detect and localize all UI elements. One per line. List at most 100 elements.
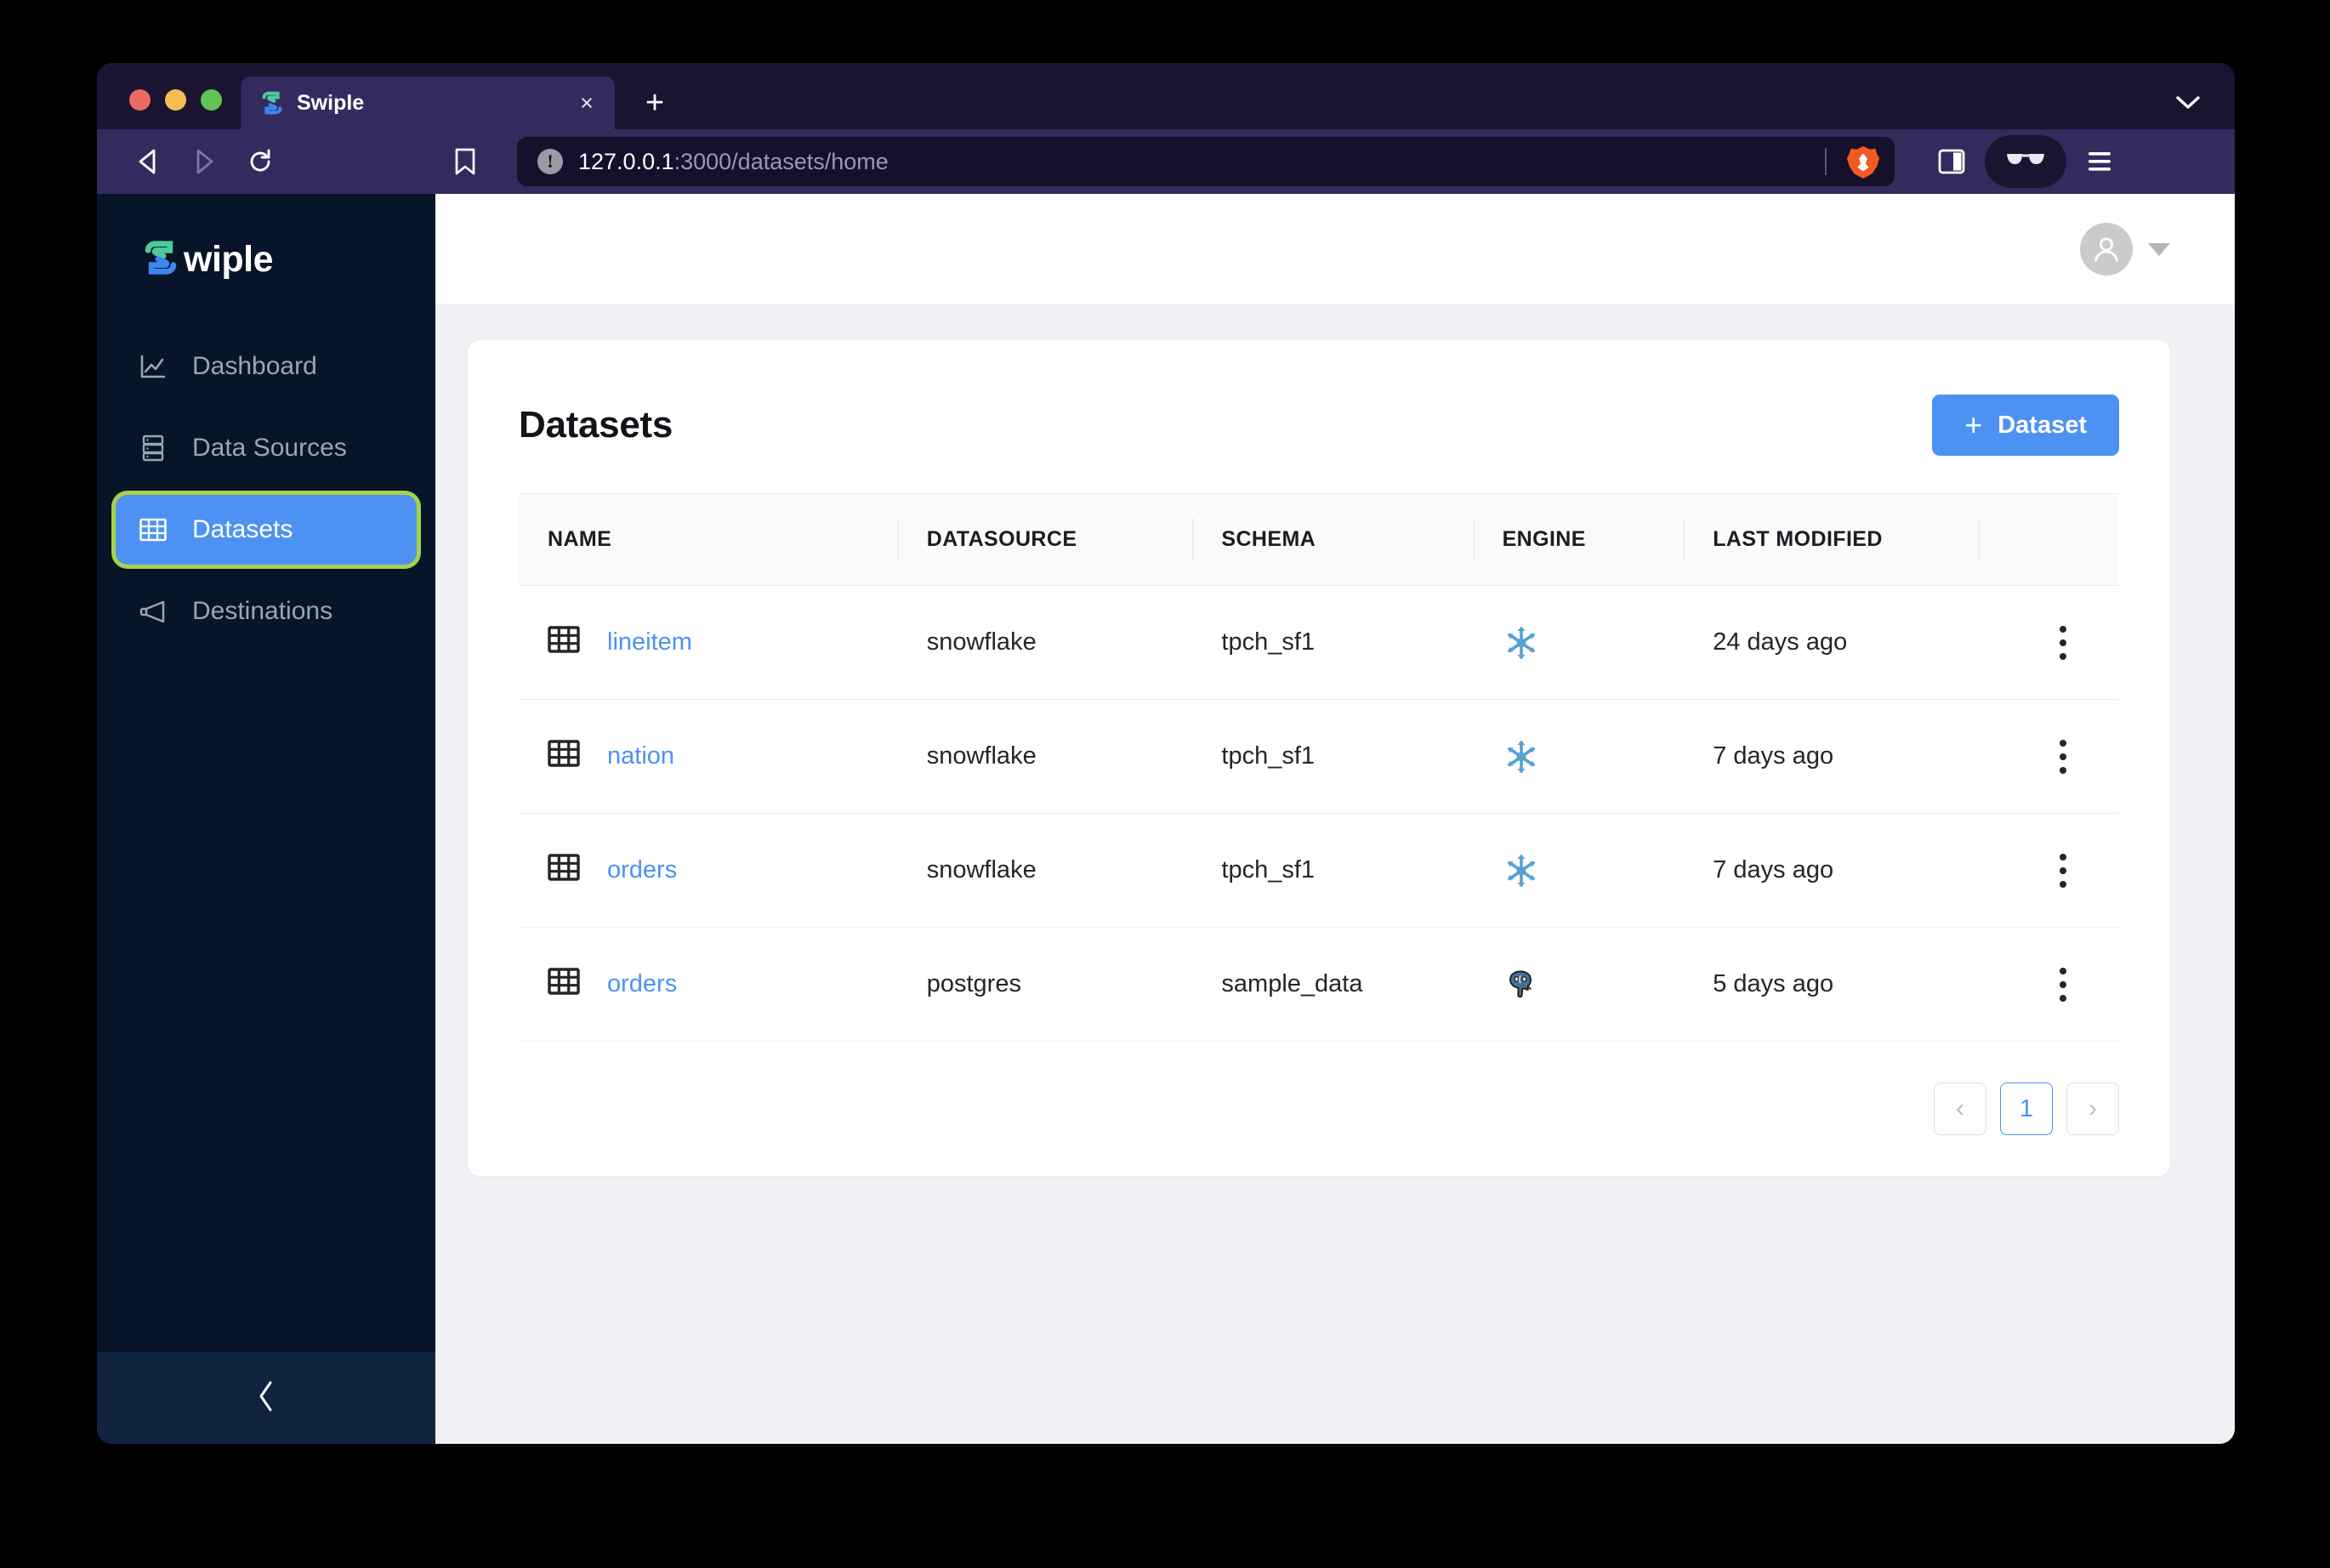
pagination-prev-button[interactable]: ‹	[1934, 1082, 1986, 1135]
cell-datasource: postgres	[897, 927, 1193, 1042]
sidebar-item-label: Datasets	[192, 515, 293, 543]
swiple-logo-icon	[259, 90, 285, 116]
browser-toolbar: ! 127.0.0.1 :3000/datasets/home	[97, 129, 2235, 194]
cell-engine	[1473, 699, 1685, 814]
cell-engine	[1473, 585, 1685, 700]
table-row[interactable]: nation snowflake tpch_sf1 7 days ago	[519, 699, 2119, 814]
cell-last-modified: 5 days ago	[1684, 927, 1979, 1042]
cell-engine	[1473, 813, 1685, 928]
cell-datasource: snowflake	[897, 699, 1193, 814]
minimize-window-button[interactable]	[165, 89, 186, 111]
cell-last-modified: 7 days ago	[1684, 699, 1979, 814]
pagination-page-1[interactable]: 1	[2000, 1082, 2053, 1135]
kebab-menu-icon[interactable]	[2008, 967, 2119, 1002]
browser-window: Swiple × + ! 127.0.0.1 :3000/datasets/ho…	[97, 63, 2235, 1444]
sidebar-item-data-sources[interactable]: Data Sources	[116, 413, 417, 483]
browser-toolbar-right	[1925, 135, 2126, 188]
back-arrow-icon[interactable]	[122, 138, 173, 185]
sidebar-nav: Dashboard Data Sources Datasets Destinat…	[97, 332, 435, 658]
glasses-icon	[2005, 151, 2046, 173]
kebab-menu-icon[interactable]	[2008, 739, 2119, 774]
url-divider	[1825, 148, 1827, 175]
column-header-engine[interactable]: ENGINE	[1473, 493, 1685, 586]
dataset-name-link[interactable]: orders	[607, 856, 677, 884]
add-dataset-label: Dataset	[1998, 411, 2087, 439]
brave-lion-icon[interactable]	[1845, 144, 1881, 179]
column-header-last-modified[interactable]: LAST MODIFIED	[1684, 493, 1979, 586]
table-grid-icon	[548, 853, 580, 889]
snowflake-icon	[1503, 738, 1685, 775]
cell-engine	[1473, 927, 1685, 1042]
pagination: ‹ 1 ›	[519, 1082, 2119, 1135]
table-grid-icon	[548, 967, 580, 1003]
cell-schema: tpch_sf1	[1192, 699, 1474, 814]
new-tab-button[interactable]: +	[628, 77, 681, 129]
close-window-button[interactable]	[129, 89, 151, 111]
sidebar-item-datasets[interactable]: Datasets	[116, 495, 417, 565]
hamburger-menu-icon[interactable]	[2073, 138, 2126, 185]
card-header: Datasets + Dataset	[519, 395, 2119, 456]
swiple-logo-icon	[141, 238, 180, 281]
table-grid-icon	[138, 514, 168, 545]
table-grid-icon	[548, 625, 580, 661]
kebab-menu-icon[interactable]	[2008, 625, 2119, 660]
table-row[interactable]: orders postgres sample_data 5 days ago	[519, 927, 2119, 1042]
table-row[interactable]: lineitem snowflake tpch_sf1 24 days ago	[519, 585, 2119, 700]
dataset-name-link[interactable]: nation	[607, 742, 674, 770]
cell-actions	[1978, 699, 2119, 814]
sidebar: wiple Dashboard Data Sources Datasets De…	[97, 194, 435, 1444]
app-topbar	[435, 194, 2235, 304]
kebab-menu-icon[interactable]	[2008, 853, 2119, 888]
avatar[interactable]	[2080, 223, 2133, 276]
sidebar-item-label: Dashboard	[192, 352, 317, 380]
cell-name: orders	[519, 927, 898, 1042]
maximize-window-button[interactable]	[201, 89, 222, 111]
cell-name: lineitem	[519, 585, 898, 700]
cell-datasource: snowflake	[897, 813, 1193, 928]
sidebar-panel-icon[interactable]	[1925, 138, 1978, 185]
browser-tab-title: Swiple	[297, 90, 365, 115]
cell-last-modified: 7 days ago	[1684, 813, 1979, 928]
column-header-schema[interactable]: SCHEMA	[1192, 493, 1474, 586]
add-dataset-button[interactable]: + Dataset	[1932, 395, 2119, 456]
cell-name: nation	[519, 699, 898, 814]
app-logo[interactable]: wiple	[97, 194, 435, 289]
postgres-elephant-icon	[1503, 967, 1685, 1003]
url-bar[interactable]: ! 127.0.0.1 :3000/datasets/home	[517, 137, 1895, 186]
app-logo-text: wiple	[184, 238, 274, 280]
sidebar-item-label: Data Sources	[192, 434, 347, 462]
pagination-next-button[interactable]: ›	[2066, 1082, 2119, 1135]
bookmark-icon[interactable]	[440, 138, 490, 185]
dataset-name-link[interactable]: orders	[607, 970, 677, 998]
table-row[interactable]: orders snowflake tpch_sf1 7 days ago	[519, 813, 2119, 928]
not-secure-icon: !	[537, 149, 563, 174]
cell-actions	[1978, 927, 2119, 1042]
cell-schema: sample_data	[1192, 927, 1474, 1042]
sidebar-collapse-button[interactable]	[97, 1352, 435, 1444]
app-viewport: wiple Dashboard Data Sources Datasets De…	[97, 194, 2235, 1444]
plus-icon: +	[1964, 407, 1983, 442]
column-header-datasource[interactable]: DATASOURCE	[897, 493, 1193, 586]
sidebar-item-dashboard[interactable]: Dashboard	[116, 332, 417, 401]
private-window-button[interactable]	[1985, 135, 2066, 188]
chevron-down-icon[interactable]	[2175, 90, 2201, 116]
close-tab-button[interactable]: ×	[574, 91, 600, 115]
cell-actions	[1978, 585, 2119, 700]
datasets-table: NAME DATASOURCE SCHEMA ENGINE LAST MODIF…	[519, 493, 2119, 1042]
cell-last-modified: 24 days ago	[1684, 585, 1979, 700]
reload-icon[interactable]	[235, 138, 286, 185]
forward-arrow-icon[interactable]	[179, 138, 230, 185]
table-grid-icon	[548, 739, 580, 775]
megaphone-icon	[138, 596, 168, 627]
dataset-name-link[interactable]: lineitem	[607, 628, 692, 656]
content-region: Datasets + Dataset NAME DATASOURCE SCHEM…	[435, 304, 2235, 1444]
column-header-name[interactable]: NAME	[519, 493, 898, 586]
browser-tab[interactable]: Swiple ×	[241, 77, 615, 129]
sidebar-item-destinations[interactable]: Destinations	[116, 577, 417, 646]
caret-down-icon[interactable]	[2148, 242, 2170, 256]
main-area: Datasets + Dataset NAME DATASOURCE SCHEM…	[435, 194, 2235, 1444]
page-title: Datasets	[519, 404, 673, 446]
cell-schema: tpch_sf1	[1192, 813, 1474, 928]
table-header-row: NAME DATASOURCE SCHEMA ENGINE LAST MODIF…	[519, 493, 2119, 586]
